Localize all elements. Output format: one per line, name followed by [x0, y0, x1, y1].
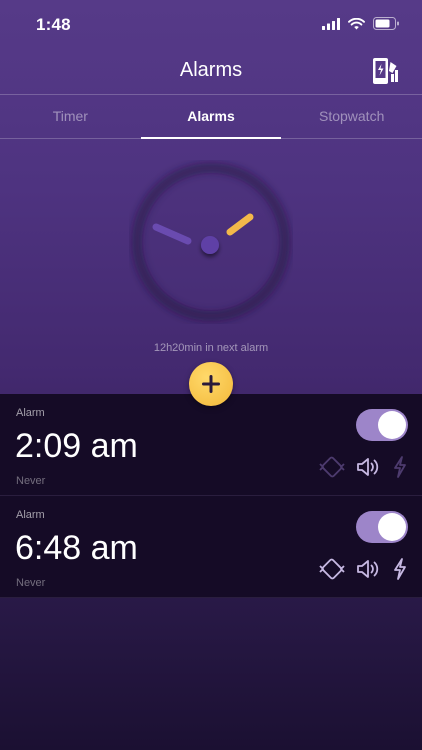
alarm-item[interactable]: Alarm 2:09 am Never — [0, 394, 422, 496]
wifi-icon — [348, 17, 365, 35]
flash-icon[interactable] — [392, 455, 408, 479]
alarm-toggle[interactable] — [356, 409, 408, 441]
toggle-knob — [378, 513, 406, 541]
flash-icon[interactable] — [392, 557, 408, 581]
toggle-knob — [378, 411, 406, 439]
status-time: 1:48 — [36, 15, 71, 34]
alarm-item[interactable]: Alarm 6:48 am Never — [0, 496, 422, 598]
alarm-label: Alarm — [16, 509, 45, 521]
sound-icon[interactable] — [356, 557, 382, 581]
tab-alarms[interactable]: Alarms — [140, 95, 282, 139]
app-settings-button[interactable] — [370, 56, 402, 86]
alarm-options — [318, 557, 408, 581]
phone-settings-icon — [373, 58, 398, 84]
battery-icon — [373, 17, 400, 35]
alarm-list: Alarm 2:09 am Never Alarm 6:48 am Never — [0, 394, 422, 598]
sound-icon[interactable] — [356, 455, 382, 479]
cellular-signal-icon — [322, 17, 340, 35]
alarm-label: Alarm — [16, 407, 45, 419]
page-title: Alarms — [179, 59, 243, 81]
next-alarm-text: 12h20min in next alarm — [153, 342, 269, 354]
alarm-toggle[interactable] — [356, 511, 408, 543]
alarm-time: 6:48 am — [15, 529, 138, 567]
tab-stopwatch[interactable]: Stopwatch — [281, 95, 422, 138]
header: Alarms — [0, 48, 422, 94]
status-icons — [322, 17, 400, 35]
alarm-repeat: Never — [16, 475, 46, 487]
vibrate-icon[interactable] — [318, 557, 346, 581]
add-alarm-button[interactable] — [189, 362, 233, 406]
alarm-options — [318, 455, 408, 479]
tab-timer[interactable]: Timer — [0, 95, 141, 138]
analog-clock — [129, 160, 293, 324]
tab-bar: Timer Alarms Stopwatch — [0, 94, 422, 139]
plus-icon — [202, 375, 220, 393]
status-bar: 1:48 — [0, 0, 422, 48]
alarm-time: 2:09 am — [15, 427, 138, 465]
vibrate-icon[interactable] — [318, 455, 346, 479]
alarm-repeat: Never — [16, 577, 46, 589]
clock-center-dot — [201, 236, 219, 254]
